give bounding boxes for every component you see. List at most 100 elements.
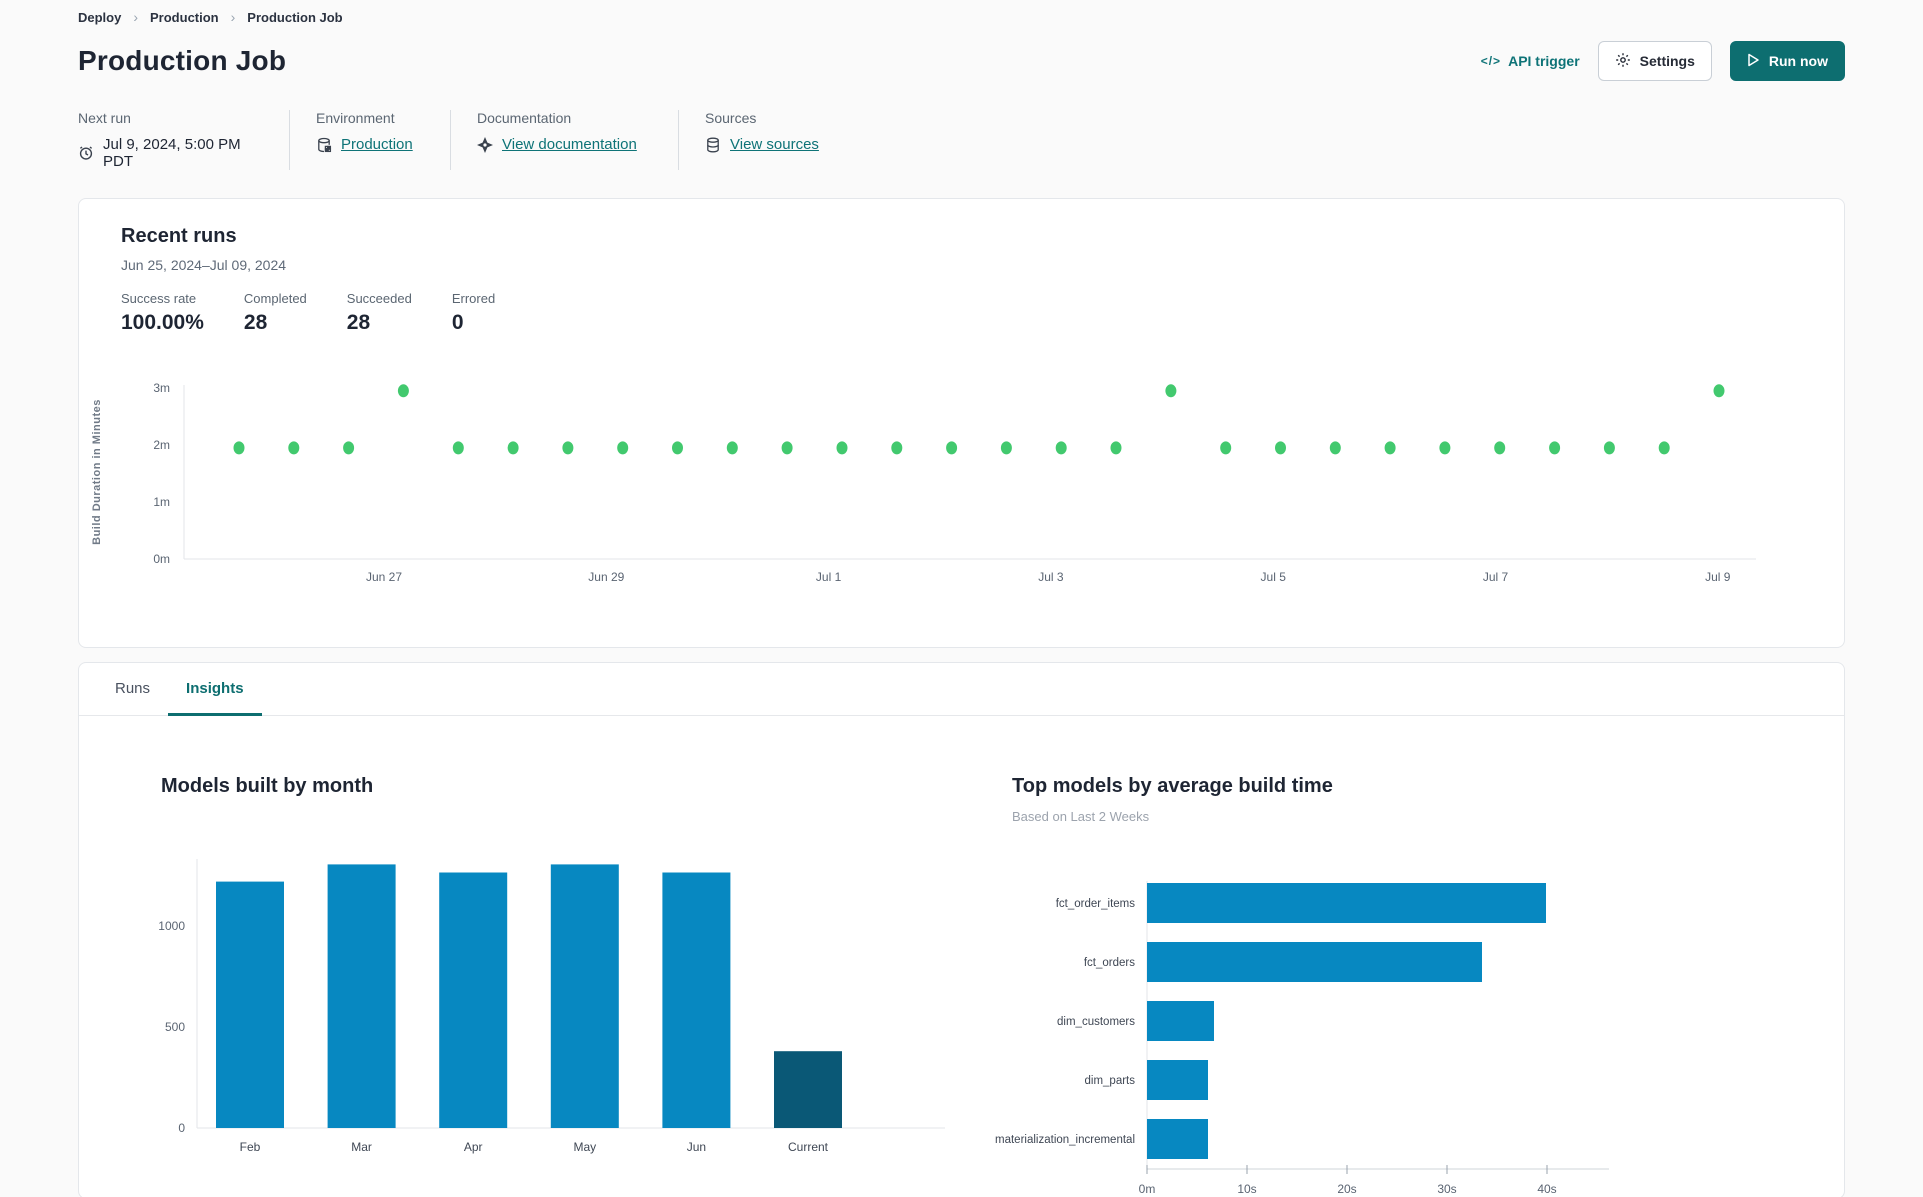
svg-text:dim_customers: dim_customers — [1057, 1016, 1135, 1028]
scatter-point — [1439, 441, 1451, 455]
recent-runs-date-range: Jun 25, 2024–Jul 09, 2024 — [121, 257, 287, 273]
run-now-button[interactable]: Run now — [1729, 41, 1845, 81]
page-header: Production Job </> API trigger Settings — [78, 38, 1845, 84]
month-bar — [216, 881, 284, 1128]
scatter-point — [397, 384, 409, 398]
model-bar — [1147, 1119, 1208, 1159]
scatter-point — [1055, 441, 1067, 455]
code-icon: </> — [1480, 54, 1502, 68]
sources-label: Sources — [705, 110, 757, 126]
view-documentation-link[interactable]: View documentation — [502, 136, 637, 153]
month-bar — [327, 864, 396, 1128]
scatter-point — [946, 441, 958, 455]
settings-button[interactable]: Settings — [1597, 41, 1712, 81]
svg-text:0: 0 — [178, 1121, 185, 1135]
tab-runs[interactable]: Runs — [97, 663, 168, 716]
header-actions: </> API trigger Settings Run now — [1481, 41, 1845, 81]
svg-text:1m: 1m — [153, 495, 170, 509]
scatter-point — [1549, 441, 1561, 455]
svg-text:Jun: Jun — [687, 1140, 706, 1154]
svg-text:2m: 2m — [153, 438, 170, 452]
svg-text:1000: 1000 — [158, 919, 185, 933]
run-now-label: Run now — [1768, 53, 1828, 69]
stat-errored: Errored 0 — [451, 291, 496, 334]
view-sources-link[interactable]: View sources — [730, 136, 819, 153]
top-models-hbar-chart: 0m 10s 20s 30s 40s fct_order_items fct_orders d… — [987, 873, 1727, 1197]
svg-text:500: 500 — [165, 1020, 185, 1034]
svg-text:Mar: Mar — [351, 1140, 372, 1154]
scatter-point — [1384, 441, 1396, 455]
next-run-label: Next run — [78, 110, 131, 126]
svg-text:Jul 9: Jul 9 — [1705, 570, 1731, 584]
scatter-point — [288, 441, 300, 455]
svg-text:Jul 5: Jul 5 — [1261, 570, 1287, 584]
environment-label: Environment — [316, 110, 395, 126]
tab-bar: Runs Insights — [79, 663, 1844, 716]
environment-icon — [316, 137, 332, 153]
page: Deploy › Production › Production Job Pro… — [0, 0, 1923, 1197]
api-trigger-label: API trigger — [1508, 53, 1580, 69]
tab-insights[interactable]: Insights — [168, 663, 262, 716]
scatter-point — [1713, 384, 1725, 398]
breadcrumb-production[interactable]: Production — [150, 10, 219, 25]
scatter-point — [1220, 441, 1232, 455]
meta-environment: Environment Production — [316, 110, 451, 170]
svg-text:Apr: Apr — [464, 1140, 483, 1154]
scatter-point — [452, 441, 464, 455]
model-bar — [1147, 942, 1482, 982]
scatter-point — [507, 441, 519, 455]
play-icon — [1747, 53, 1760, 70]
model-bar — [1147, 883, 1546, 923]
svg-text:Jun 27: Jun 27 — [366, 570, 402, 584]
month-bar — [439, 872, 508, 1128]
next-run-value: Jul 9, 2024, 5:00 PM PDT — [103, 136, 241, 170]
model-bar — [1147, 1060, 1208, 1100]
settings-label: Settings — [1639, 53, 1695, 69]
svg-text:Jul 3: Jul 3 — [1038, 570, 1064, 584]
scatter-point — [726, 441, 738, 455]
models-built-chart-title: Models built by month — [161, 775, 374, 797]
month-bar — [550, 864, 619, 1128]
job-meta-row: Next run Jul 9, 2024, 5:00 PM PDT Enviro… — [78, 110, 1845, 170]
stat-succeeded: Succeeded 28 — [346, 291, 412, 334]
model-bar — [1147, 1001, 1214, 1041]
svg-text:materialization_incremental: materialization_incremental — [995, 1134, 1135, 1146]
month-bar — [662, 872, 731, 1128]
svg-text:0m: 0m — [153, 552, 170, 566]
scatter-point — [233, 441, 245, 455]
meta-next-run: Next run Jul 9, 2024, 5:00 PM PDT — [78, 110, 290, 170]
svg-text:40s: 40s — [1537, 1182, 1556, 1196]
scatter-point — [562, 441, 574, 455]
top-models-chart-subtitle: Based on Last 2 Weeks — [1012, 809, 1150, 824]
scatter-point — [1658, 441, 1670, 455]
environment-link[interactable]: Production — [341, 136, 413, 153]
build-duration-scatter-chart: 0m 1m 2m 3m Build Duration in Minutes Jun 27 J… — [84, 371, 1796, 594]
month-bar — [774, 1051, 842, 1128]
svg-text:20s: 20s — [1337, 1182, 1356, 1196]
recent-runs-title: Recent runs — [121, 225, 237, 247]
database-icon — [705, 137, 721, 153]
scatter-point — [1494, 441, 1506, 455]
runs-insights-card: Runs Insights Models built by month 0 500… — [78, 662, 1845, 1197]
breadcrumb: Deploy › Production › Production Job — [78, 6, 1845, 28]
scatter-point — [672, 441, 683, 455]
page-title: Production Job — [78, 45, 287, 76]
api-trigger-link[interactable]: </> API trigger — [1481, 53, 1580, 69]
scatter-point — [1603, 441, 1615, 455]
svg-text:0m: 0m — [1139, 1182, 1156, 1196]
recent-runs-card: Recent runs Jun 25, 2024–Jul 09, 2024 Su… — [78, 198, 1845, 648]
scatter-point — [1165, 384, 1177, 398]
svg-text:Jun 29: Jun 29 — [588, 570, 624, 584]
svg-text:30s: 30s — [1437, 1182, 1456, 1196]
svg-text:Feb: Feb — [240, 1140, 261, 1154]
stat-completed: Completed 28 — [243, 291, 307, 334]
scatter-point — [343, 441, 355, 455]
scatter-point — [781, 441, 793, 455]
dbt-docs-icon — [477, 136, 493, 153]
scatter-point — [1000, 441, 1012, 455]
breadcrumb-deploy[interactable]: Deploy — [78, 10, 121, 25]
svg-text:Build Duration in Minutes: Build Duration in Minutes — [91, 399, 103, 545]
alarm-clock-icon — [78, 145, 94, 161]
svg-text:fct_orders: fct_orders — [1084, 957, 1135, 969]
svg-text:Jul 1: Jul 1 — [816, 570, 842, 584]
